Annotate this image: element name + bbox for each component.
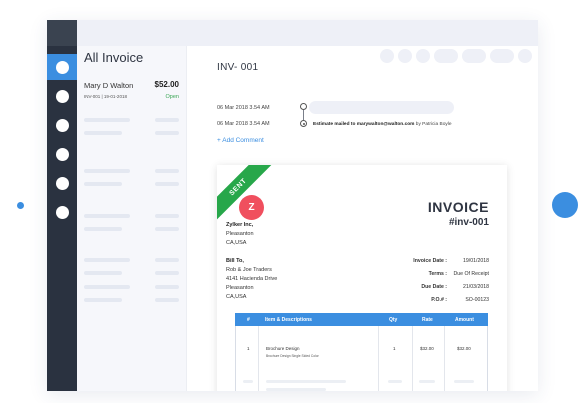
- row-qty: 1: [393, 346, 396, 351]
- col-header: #: [247, 316, 250, 323]
- status-badge: Open: [165, 94, 179, 100]
- toolbar-button[interactable]: [518, 49, 532, 63]
- bill-to-label: Bill To,: [226, 258, 244, 264]
- toolbar-button[interactable]: [462, 49, 486, 63]
- nav-circle-icon: [55, 118, 69, 132]
- meta-value: SO-00123: [465, 297, 489, 303]
- toolbar-button[interactable]: [380, 49, 394, 63]
- decor-dot-large: [552, 192, 578, 218]
- col-header: Qty: [389, 316, 398, 323]
- bill-to-line: 4141 Hacienda Drive: [226, 276, 278, 282]
- items-table-header: # Item & Descriptions Qty Rate Amount: [235, 313, 488, 326]
- timeline-date: 06 Mar 2018 3.54 AM: [217, 105, 270, 111]
- company-country: CA,USA: [226, 240, 247, 246]
- rail-header: [47, 20, 77, 46]
- nav-item-6[interactable]: [47, 199, 77, 225]
- company-logo: Z: [239, 195, 264, 220]
- nav-circle-icon: [55, 147, 69, 161]
- invoice-detail-panel: INV- 001 06 Mar 2018 3.54 AM 06 Mar 2018…: [187, 20, 538, 391]
- nav-circle-icon: [55, 205, 69, 219]
- items-table-body: 1 Brochure Design Brochure Design Single…: [235, 326, 488, 391]
- bill-to-line: Rob & Joe Traders: [226, 267, 272, 273]
- toolbar-button[interactable]: [490, 49, 514, 63]
- timeline-date: 06 Mar 2018 3.54 AM: [217, 121, 270, 127]
- invoice-document: SENT Z Zylker Inc, Pleasanton CA,USA INV…: [217, 165, 507, 391]
- timeline-node-icon: [300, 103, 307, 110]
- bill-to-line: CA,USA: [226, 294, 247, 300]
- toolbar-button[interactable]: [434, 49, 458, 63]
- toolbar-button[interactable]: [416, 49, 430, 63]
- customer-name: Mary D Walton: [84, 81, 134, 90]
- meta-value: 21/03/2018: [463, 284, 489, 290]
- add-comment-link[interactable]: + Add Comment: [217, 137, 264, 144]
- top-bar: [187, 20, 538, 46]
- column-divider: [378, 326, 379, 391]
- nav-circle-icon: [55, 89, 69, 103]
- invoice-number: #inv-001: [448, 217, 489, 228]
- row-rate: $32.00: [420, 346, 434, 351]
- row-description: Brochure Design Single Sided Color: [266, 354, 319, 358]
- row-item: Brochure Design: [266, 346, 300, 351]
- column-divider: [258, 326, 259, 391]
- timeline-node-icon: [300, 120, 307, 127]
- invoice-title: INVOICE: [427, 199, 489, 215]
- list-header-bar: [77, 20, 187, 46]
- nav-rail: [47, 20, 77, 391]
- column-divider: [444, 326, 445, 391]
- nav-circle-icon: [55, 60, 69, 74]
- nav-item-invoices[interactable]: [47, 54, 77, 80]
- col-header: Amount: [455, 316, 474, 323]
- row-amount: $32.00: [457, 346, 471, 351]
- app-window: All Invoice Mary D Walton $52.00 INV-001…: [47, 20, 538, 391]
- company-name: Zylker Inc,: [226, 222, 254, 228]
- nav-item-3[interactable]: [47, 112, 77, 138]
- toolbar-button[interactable]: [398, 49, 412, 63]
- timeline-entry: Estimate mailed to marywalton@walton.com…: [313, 122, 452, 127]
- col-header: Rate: [422, 316, 433, 323]
- nav-item-2[interactable]: [47, 83, 77, 109]
- invoice-sub: INV-001 | 19-01-2018: [84, 94, 127, 99]
- nav-item-4[interactable]: [47, 141, 77, 167]
- meta-value: Due Of Receipt: [453, 271, 489, 277]
- invoice-list-panel: All Invoice Mary D Walton $52.00 INV-001…: [77, 20, 187, 391]
- bill-to-line: Pleasanton: [226, 285, 254, 291]
- list-title: All Invoice: [84, 50, 144, 65]
- invoice-id-heading: INV- 001: [217, 62, 259, 73]
- nav-circle-icon: [55, 176, 69, 190]
- row-number: 1: [247, 346, 250, 351]
- nav-item-5[interactable]: [47, 170, 77, 196]
- decor-dot-small: [17, 202, 24, 209]
- meta-value: 19/01/2018: [463, 258, 489, 264]
- column-divider: [412, 326, 413, 391]
- col-header: Item & Descriptions: [265, 316, 312, 323]
- company-city: Pleasanton: [226, 231, 254, 237]
- invoice-amount: $52.00: [154, 80, 179, 89]
- timeline-comment-placeholder: [309, 101, 454, 114]
